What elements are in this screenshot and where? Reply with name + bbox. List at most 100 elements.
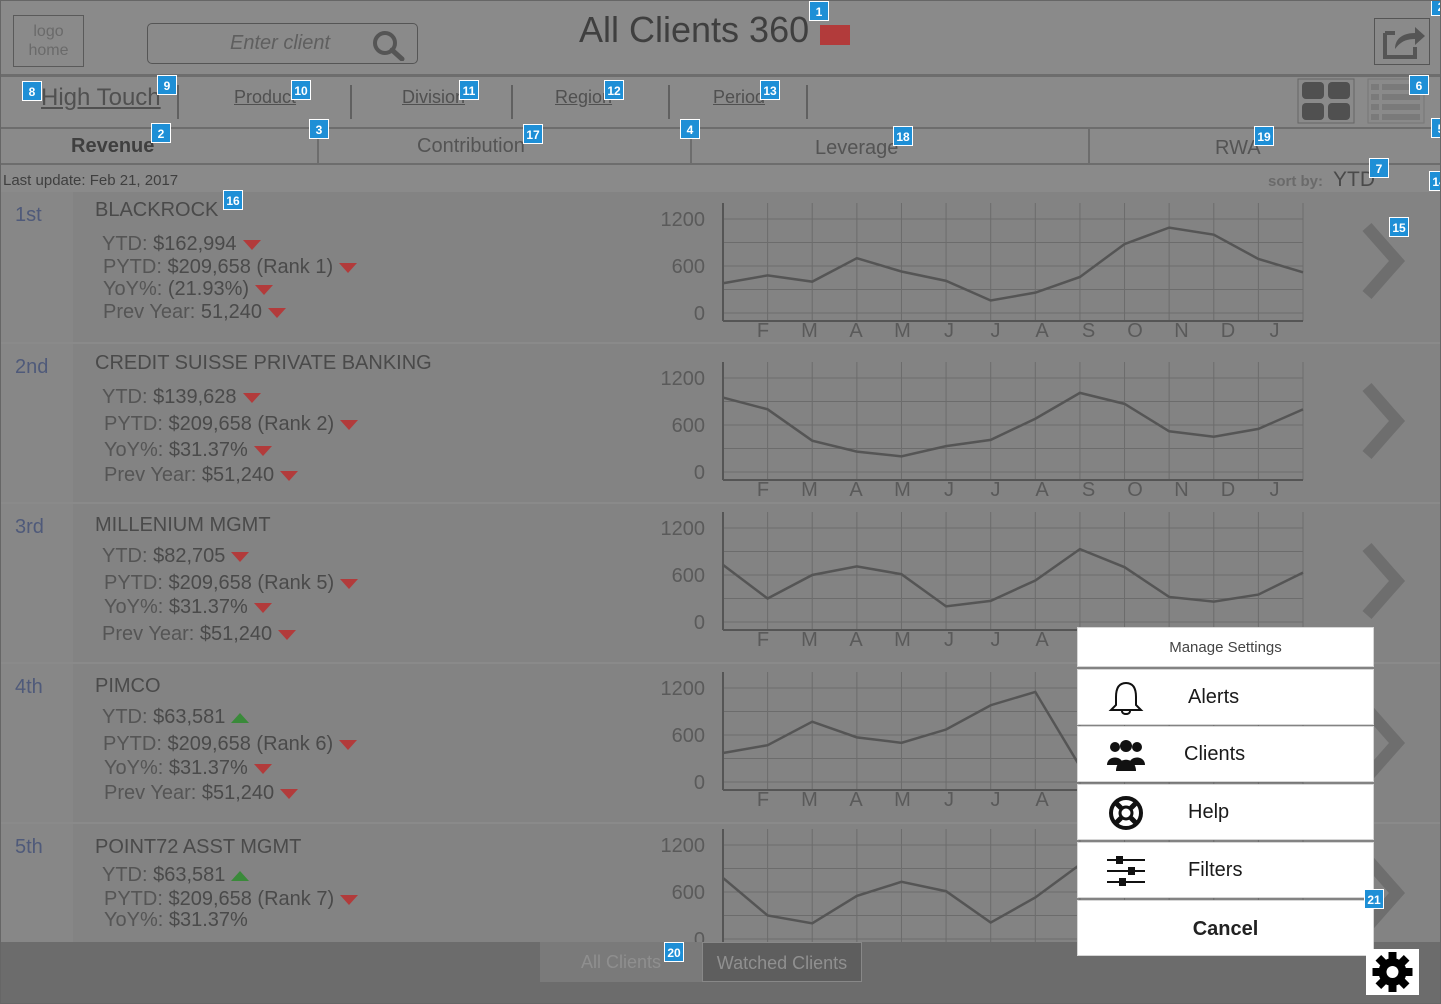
client-name[interactable]: BLACKROCK	[95, 199, 218, 222]
x-tick-label: J	[991, 629, 1001, 648]
settings-menu-title: Manage Settings	[1077, 627, 1374, 667]
metric-label: Prev Year:	[104, 464, 202, 486]
y-tick-label: 1200	[661, 835, 706, 857]
annotation-marker: 21	[1364, 889, 1384, 909]
client-name[interactable]: CREDIT SUISSE PRIVATE BANKING	[95, 352, 432, 375]
filter-period[interactable]: Period	[713, 87, 765, 108]
rank-cell: 5th	[1, 824, 73, 942]
client-name[interactable]: POINT72 ASST MGMT	[95, 836, 301, 859]
page-title: All Clients 360	[579, 9, 810, 50]
bell-icon	[1108, 681, 1144, 715]
metric-yoy: YoY%: (21.93%)	[103, 278, 274, 301]
metric-label: YoY%:	[104, 439, 169, 461]
tab-watched-clients[interactable]: Watched Clients	[702, 942, 862, 982]
chevron-right-icon[interactable]	[1361, 381, 1405, 461]
client-row[interactable]: 2nd CREDIT SUISSE PRIVATE BANKING YTD: $13…	[1, 344, 1440, 502]
series-line	[722, 547, 1304, 608]
tab-revenue[interactable]: Revenue	[71, 135, 154, 158]
share-button[interactable]	[1374, 18, 1430, 65]
rank-label: 5th	[15, 836, 43, 858]
share-icon	[1383, 27, 1425, 59]
search-icon[interactable]	[370, 29, 410, 61]
metric-value: $51,240	[199, 623, 273, 645]
annotation-marker: 15	[1389, 217, 1409, 237]
menu-item-label: Help	[1188, 801, 1230, 823]
x-tick-label: A	[849, 320, 863, 339]
trend-down-icon	[280, 788, 299, 799]
metric-value: $51,240	[201, 782, 275, 804]
grid-view-icon[interactable]	[1297, 78, 1355, 124]
filter-divider	[806, 85, 808, 119]
metric-ytd: YTD: $139,628	[102, 386, 261, 409]
last-update-text: Last update: Feb 21, 2017	[3, 172, 179, 189]
settings-button[interactable]	[1366, 949, 1419, 995]
metric-label: YoY%:	[104, 909, 169, 931]
x-tick-label: J	[1270, 320, 1280, 339]
x-tick-label: J	[944, 629, 954, 648]
annotation-marker: 16	[223, 190, 243, 210]
metric-label: YTD:	[102, 233, 154, 255]
filter-high-touch[interactable]: High Touch	[41, 84, 161, 112]
trend-down-icon	[268, 307, 287, 318]
y-tick-label: 0	[694, 772, 705, 794]
metric-yoy: YoY%: $31.37%	[104, 439, 272, 462]
y-tick-label: 1200	[661, 518, 706, 540]
x-tick-label: J	[1270, 479, 1280, 498]
annotation-marker: 7	[1369, 158, 1389, 178]
metric-label: Prev Year:	[102, 623, 200, 645]
trend-down-icon	[280, 470, 299, 481]
metric-value: $63,581	[153, 706, 226, 728]
filter-product[interactable]: Product	[234, 87, 296, 108]
rank-label: 2nd	[15, 356, 49, 378]
tab-divider	[1088, 129, 1090, 165]
chevron-right-icon[interactable]	[1361, 541, 1405, 621]
lifebuoy-icon	[1109, 796, 1143, 830]
x-tick-label: M	[801, 479, 818, 498]
menu-item-help[interactable]: Help	[1077, 784, 1374, 840]
client-name[interactable]: MILLENIUM MGMT	[95, 514, 271, 537]
x-tick-label: J	[991, 789, 1001, 808]
y-tick-label: 600	[672, 882, 705, 904]
client-row[interactable]: 1st BLACKROCK YTD: $162,994 PYTD: $209,658 …	[1, 192, 1440, 342]
filter-divider	[511, 85, 513, 119]
metric-label: Prev Year:	[103, 301, 201, 323]
x-tick-label: M	[801, 629, 818, 648]
x-tick-label: J	[991, 320, 1001, 339]
menu-item-label: Filters	[1188, 859, 1243, 881]
x-tick-label: A	[849, 789, 863, 808]
filter-division[interactable]: Division	[402, 87, 465, 108]
x-tick-label: F	[757, 629, 769, 648]
x-tick-label: O	[1127, 479, 1143, 498]
tab-contribution[interactable]: Contribution	[417, 135, 525, 158]
tab-leverage[interactable]: Leverage	[815, 137, 898, 160]
x-tick-label: A	[849, 479, 863, 498]
metric-value: $63,581	[153, 864, 226, 886]
x-tick-label: A	[1035, 789, 1049, 808]
revenue-trend-chart: 1200 600 0 F M A M J J A S O N D J	[661, 362, 1304, 498]
trend-down-icon	[339, 262, 358, 273]
metric-value: (21.93%)	[167, 278, 250, 300]
annotation-marker: 4	[680, 119, 700, 139]
menu-item-filters[interactable]: Filters	[1077, 842, 1374, 898]
menu-item-alerts[interactable]: Alerts	[1077, 669, 1374, 725]
metric-value: $209,658 (Rank 1)	[167, 256, 334, 278]
annotation-marker: 5	[1431, 118, 1440, 138]
x-tick-label: F	[757, 320, 769, 339]
notification-badge	[820, 25, 850, 45]
app-frame: logo home Enter client All Clients 360 Hi…	[0, 0, 1441, 1004]
client-name[interactable]: PIMCO	[95, 675, 161, 698]
logo-home[interactable]: logo home	[13, 15, 84, 67]
gear-icon	[1372, 952, 1413, 992]
cancel-button[interactable]: Cancel	[1077, 900, 1374, 956]
trend-down-icon	[340, 578, 359, 589]
trend-down-icon	[340, 894, 359, 905]
metric-value: $31.37%	[168, 909, 248, 931]
search-input[interactable]: Enter client	[230, 32, 330, 55]
client-search[interactable]: Enter client	[147, 23, 418, 64]
menu-item-clients[interactable]: Clients	[1077, 726, 1374, 782]
x-tick-label: S	[1082, 320, 1095, 339]
sort-label: sort by:	[1268, 173, 1324, 190]
metric-value: $209,658 (Rank 5)	[168, 572, 335, 594]
annotation-marker: 17	[523, 124, 543, 144]
x-tick-label: A	[1035, 629, 1049, 648]
